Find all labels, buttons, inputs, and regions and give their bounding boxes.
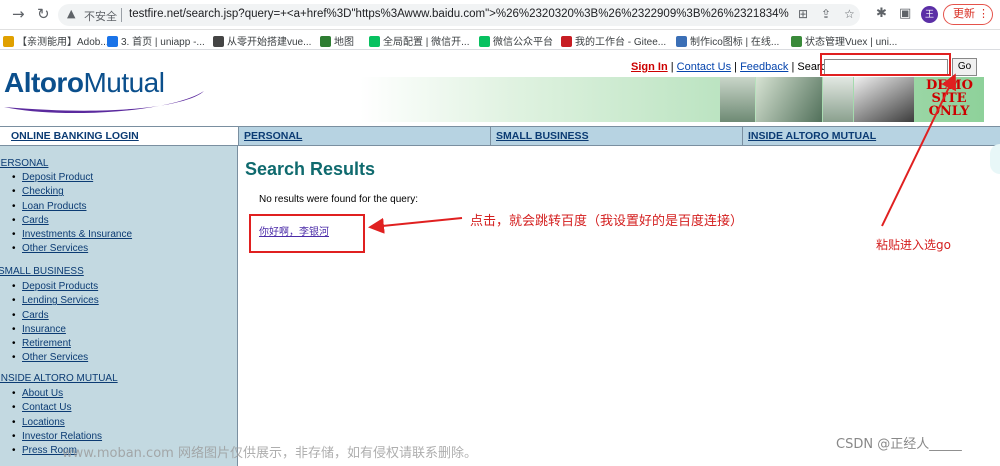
bookmark-folder-icon <box>3 36 14 47</box>
bookmark-label: 我的工作台 - Gitee... <box>575 37 667 48</box>
bookmark-favicon-icon <box>791 36 802 47</box>
omnibox-divider <box>121 8 122 22</box>
bookmark-favicon-icon <box>107 36 118 47</box>
watermark-right: CSDN @正经人_____ <box>836 437 962 452</box>
bookmark-label: 【亲测能用】Adob... <box>17 37 109 48</box>
bookmark-label: 微信公众平台 <box>493 37 553 48</box>
web-page: AltoroMutual Sign In | Contact Us | Feed… <box>0 51 1000 466</box>
bookmark-star-icon[interactable]: ☆ <box>844 7 855 21</box>
bookmark-favicon-icon <box>479 36 490 47</box>
side-panel-edge <box>990 144 1000 174</box>
address-bar[interactable]: ▲ 不安全 testfire.net/search.jsp?query=+<a+… <box>58 4 860 26</box>
warning-icon[interactable]: ▲ <box>67 7 75 20</box>
bookmark-favicon-icon <box>320 36 331 47</box>
bookmark-label: 全局配置 | 微信开... <box>383 37 470 48</box>
bookmark-favicon-icon <box>561 36 572 47</box>
bookmark-item-4[interactable]: 全局配置 | 微信开... <box>369 33 470 48</box>
browser-toolbar: → ↻ ▲ 不安全 testfire.net/search.jsp?query=… <box>0 0 1000 30</box>
bookmark-label: 状态管理Vuex | uni... <box>805 37 898 48</box>
bookmark-item-1[interactable]: 3. 首页 | uniapp -... <box>107 33 205 48</box>
bookmark-favicon-icon <box>369 36 380 47</box>
bookmark-favicon-icon <box>676 36 687 47</box>
arrow-to-search-icon <box>881 73 956 227</box>
profile-avatar[interactable]: 王 <box>921 6 938 23</box>
bookmark-item-2[interactable]: 从零开始搭建vue... <box>213 33 311 48</box>
bookmarks-bar: 【亲测能用】Adob... 3. 首页 | uniapp -... 从零开始搭建… <box>0 30 1000 50</box>
url-text[interactable]: testfire.net/search.jsp?query=+<a+href%3… <box>129 8 789 20</box>
sidepanel-icon[interactable]: ▣ <box>899 6 911 21</box>
bookmark-favicon-icon <box>213 36 224 47</box>
bookmark-item-7[interactable]: 制作ico图标 | 在线... <box>676 33 779 48</box>
bookmark-item-0[interactable]: 【亲测能用】Adob... <box>3 33 109 48</box>
forward-icon[interactable]: → <box>12 5 25 23</box>
bookmark-label: 从零开始搭建vue... <box>227 37 312 48</box>
bookmark-item-3[interactable]: 地图 <box>320 33 354 48</box>
update-button-label: 更新 <box>953 8 975 20</box>
bookmark-label: 地图 <box>334 37 354 48</box>
arrow-to-link-icon <box>368 217 463 234</box>
watermark-left: www.moban.com 网络图片仅供展示，非存储，如有侵权请联系删除。 <box>62 446 477 461</box>
annotation-arrows <box>368 73 956 234</box>
share-icon[interactable]: ⇪ <box>821 7 831 21</box>
translate-icon[interactable]: ⊞ <box>798 7 808 21</box>
reload-icon[interactable]: ↻ <box>37 5 50 23</box>
update-button[interactable]: 更新 ⋮ <box>943 4 993 25</box>
insecure-label[interactable]: 不安全 <box>84 8 117 24</box>
bookmark-label: 制作ico图标 | 在线... <box>690 37 780 48</box>
bookmark-label: 3. 首页 | uniapp -... <box>121 37 205 48</box>
bookmark-item-8[interactable]: 状态管理Vuex | uni... <box>791 33 897 48</box>
bookmark-item-5[interactable]: 微信公众平台 <box>479 33 553 48</box>
extensions-icon[interactable]: ✱ <box>876 6 887 21</box>
bookmark-item-6[interactable]: 我的工作台 - Gitee... <box>561 33 666 48</box>
